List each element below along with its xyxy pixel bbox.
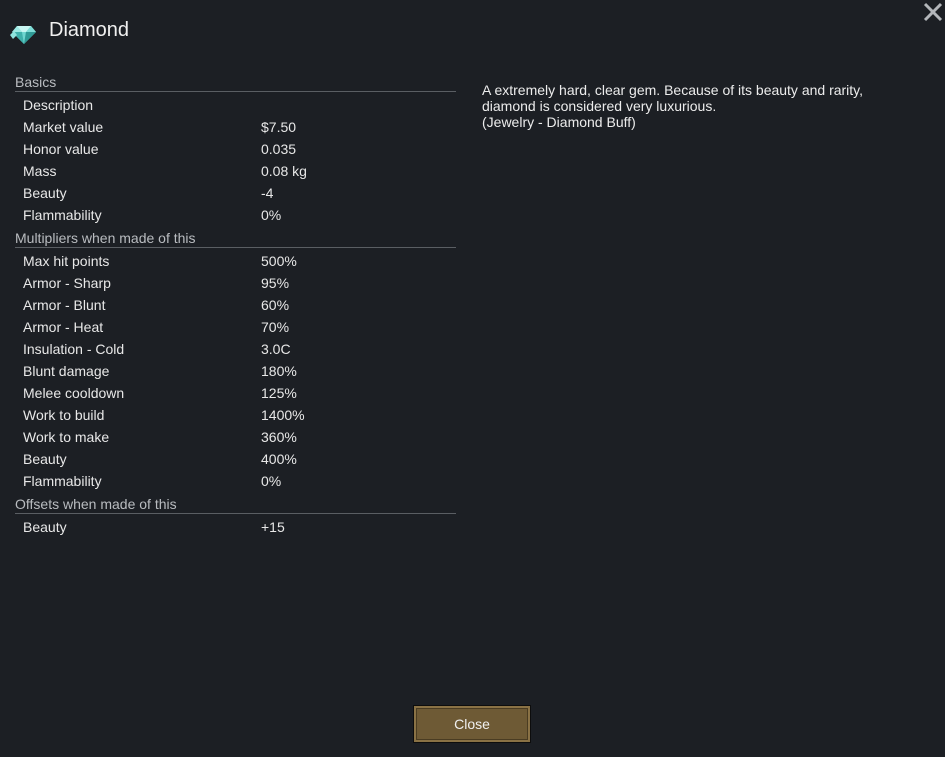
stat-label: Armor - Blunt <box>23 297 106 313</box>
stat-value: 95% <box>261 275 290 291</box>
stat-value: 0.08 kg <box>261 163 307 179</box>
stat-label: Work to build <box>23 407 105 423</box>
stat-value: 500% <box>261 253 297 269</box>
diamond-gem-icon <box>10 26 36 44</box>
stat-value: -4 <box>261 185 274 201</box>
description-line: diamond is considered very luxurious. <box>482 98 717 114</box>
stat-value: 70% <box>261 319 290 335</box>
stat-label: Flammability <box>23 207 102 223</box>
basics-section: Basics Description Market value $7.50 Ho… <box>15 73 456 226</box>
stat-value: 0.035 <box>261 141 297 157</box>
stats-panel: Basics Description Market value $7.50 Ho… <box>15 73 456 541</box>
stat-label: Beauty <box>23 519 67 535</box>
stat-value: $7.50 <box>261 119 297 135</box>
stat-row[interactable]: Beauty +15 <box>15 516 456 538</box>
stat-label: Armor - Heat <box>23 319 104 335</box>
section-header: Basics <box>15 73 456 92</box>
offsets-section: Offsets when made of this Beauty +15 <box>15 495 456 538</box>
stat-label: Flammability <box>23 473 102 489</box>
stat-label: Melee cooldown <box>23 385 125 401</box>
stat-value: 360% <box>261 429 297 445</box>
stat-label: Honor value <box>23 141 99 157</box>
stat-label: Max hit points <box>23 253 110 269</box>
stat-value: 400% <box>261 451 297 467</box>
stat-label: Market value <box>23 119 104 135</box>
stat-row[interactable]: Melee cooldown 125% <box>15 382 456 404</box>
close-button[interactable]: Close <box>413 705 531 743</box>
item-description: A extremely hard, clear gem. Because of … <box>482 82 902 130</box>
stat-row[interactable]: Mass 0.08 kg <box>15 160 456 182</box>
info-dialog: Diamond Basics Description Market value … <box>0 0 945 757</box>
stat-row[interactable]: Flammability 0% <box>15 204 456 226</box>
stat-label: Insulation - Cold <box>23 341 125 357</box>
stat-value: 180% <box>261 363 297 379</box>
stat-row[interactable]: Armor - Sharp 95% <box>15 272 456 294</box>
section-header: Multipliers when made of this <box>15 229 456 248</box>
multipliers-section: Multipliers when made of this Max hit po… <box>15 229 456 492</box>
stat-value: 125% <box>261 385 297 401</box>
stat-value: 0% <box>261 473 282 489</box>
stat-row[interactable]: Blunt damage 180% <box>15 360 456 382</box>
description-line: (Jewelry - Diamond Buff) <box>482 114 636 130</box>
stat-row[interactable]: Description <box>15 94 456 116</box>
stat-row[interactable]: Beauty 400% <box>15 448 456 470</box>
stat-label: Description <box>23 97 94 113</box>
section-header: Offsets when made of this <box>15 495 456 514</box>
stat-row[interactable]: Armor - Blunt 60% <box>15 294 456 316</box>
stat-label: Work to make <box>23 429 110 445</box>
window-title: Diamond <box>49 19 130 41</box>
stat-label: Beauty <box>23 185 67 201</box>
close-icon[interactable] <box>922 1 944 23</box>
stat-value: 3.0C <box>261 341 291 357</box>
stat-row[interactable]: Flammability 0% <box>15 470 456 492</box>
stat-row[interactable]: Honor value 0.035 <box>15 138 456 160</box>
stat-value: +15 <box>261 519 285 535</box>
stat-row[interactable]: Work to make 360% <box>15 426 456 448</box>
stat-value: 1400% <box>261 407 305 423</box>
stat-label: Blunt damage <box>23 363 110 379</box>
stat-row[interactable]: Market value $7.50 <box>15 116 456 138</box>
description-line: A extremely hard, clear gem. Because of … <box>482 82 864 98</box>
stat-label: Armor - Sharp <box>23 275 111 291</box>
stat-value: 0% <box>261 207 282 223</box>
stat-row[interactable]: Max hit points 500% <box>15 250 456 272</box>
stat-row[interactable]: Work to build 1400% <box>15 404 456 426</box>
stat-label: Mass <box>23 163 57 179</box>
stat-label: Beauty <box>23 451 67 467</box>
stat-row[interactable]: Armor - Heat 70% <box>15 316 456 338</box>
stat-value: 60% <box>261 297 290 313</box>
stat-row[interactable]: Beauty -4 <box>15 182 456 204</box>
stat-row[interactable]: Insulation - Cold 3.0C <box>15 338 456 360</box>
